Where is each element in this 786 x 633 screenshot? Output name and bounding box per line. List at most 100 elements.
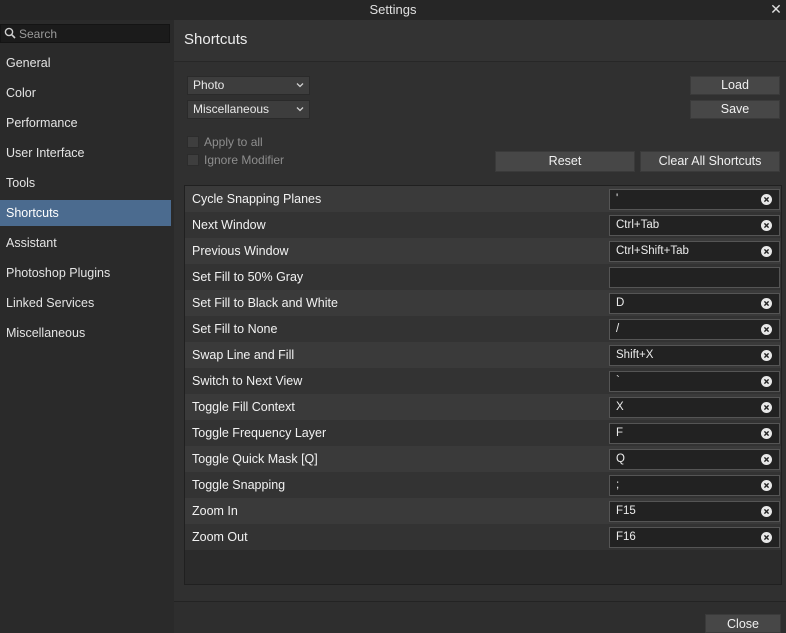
shortcut-key-field[interactable]: / — [609, 319, 780, 340]
sidebar-item-color[interactable]: Color — [0, 80, 171, 106]
persona-select-value: Photo — [193, 78, 225, 92]
sidebar-item-photoshop-plugins[interactable]: Photoshop Plugins — [0, 260, 171, 286]
shortcut-key-value: D — [616, 297, 625, 309]
clear-shortcut-icon[interactable] — [761, 454, 772, 465]
category-select-value: Miscellaneous — [193, 102, 270, 116]
sidebar-item-general[interactable]: General — [0, 50, 171, 76]
reset-button[interactable]: Reset — [495, 151, 635, 172]
shortcut-key-value: ' — [616, 193, 619, 205]
shortcut-key-value: / — [616, 323, 620, 335]
shortcut-key-field[interactable]: Ctrl+Shift+Tab — [609, 241, 780, 262]
clear-shortcut-icon[interactable] — [761, 506, 772, 517]
shortcut-action-label: Toggle Fill Context — [192, 400, 295, 414]
shortcut-key-field[interactable]: Shift+X — [609, 345, 780, 366]
shortcut-row: Previous Window Ctrl+Shift+Tab — [185, 238, 781, 264]
shortcut-row: Toggle Fill Context X — [185, 394, 781, 420]
sidebar-item-miscellaneous[interactable]: Miscellaneous — [0, 320, 171, 346]
clear-shortcut-icon[interactable] — [761, 402, 772, 413]
save-button[interactable]: Save — [690, 100, 780, 119]
shortcut-key-value: Ctrl+Shift+Tab — [616, 245, 689, 257]
sidebar: General Color Performance User Interface Too… — [0, 20, 174, 633]
shortcut-key-value: F — [616, 427, 624, 439]
apply-to-all-checkbox[interactable] — [187, 136, 199, 148]
shortcut-table: Cycle Snapping Planes ' Next Window Ctrl+Ta… — [184, 185, 782, 585]
shortcut-key-value: Q — [616, 453, 625, 465]
clear-shortcut-icon[interactable] — [761, 194, 772, 205]
clear-shortcut-icon[interactable] — [761, 480, 772, 491]
shortcut-key-field[interactable]: Q — [609, 449, 780, 470]
sidebar-item-linked-services[interactable]: Linked Services — [0, 290, 171, 316]
shortcut-key-field[interactable]: ; — [609, 475, 780, 496]
page-title: Shortcuts — [184, 31, 248, 48]
shortcut-key-value: ` — [616, 375, 620, 387]
search-box[interactable] — [0, 24, 170, 43]
shortcut-action-label: Previous Window — [192, 244, 289, 258]
shortcut-row: Switch to Next View ` — [185, 368, 781, 394]
shortcut-key-value: Shift+X — [616, 349, 654, 361]
search-input[interactable] — [19, 26, 167, 42]
shortcut-action-label: Cycle Snapping Planes — [192, 192, 322, 206]
window-close-icon[interactable]: ✕ — [768, 0, 784, 18]
category-select[interactable]: Miscellaneous — [187, 100, 310, 119]
clear-shortcut-icon[interactable] — [761, 376, 772, 387]
shortcut-key-field[interactable]: X — [609, 397, 780, 418]
sidebar-item-assistant[interactable]: Assistant — [0, 230, 171, 256]
shortcut-key-value: Ctrl+Tab — [616, 219, 660, 231]
clear-shortcut-icon[interactable] — [761, 532, 772, 543]
window-title: Settings — [369, 2, 417, 17]
shortcut-key-field[interactable] — [609, 267, 780, 288]
chevron-down-icon — [296, 83, 304, 88]
clear-all-shortcuts-button[interactable]: Clear All Shortcuts — [640, 151, 780, 172]
shortcut-row: Set Fill to None / — [185, 316, 781, 342]
shortcut-key-field[interactable]: D — [609, 293, 780, 314]
shortcut-row: Toggle Quick Mask [Q] Q — [185, 446, 781, 472]
search-icon — [4, 27, 16, 39]
clear-shortcut-icon[interactable] — [761, 350, 772, 361]
shortcuts-panel: Shortcuts Photo Miscellaneous Load Save … — [174, 20, 786, 602]
shortcut-action-label: Switch to Next View — [192, 374, 303, 388]
shortcut-action-label: Swap Line and Fill — [192, 348, 295, 362]
shortcut-action-label: Set Fill to None — [192, 322, 278, 336]
shortcut-key-value: F15 — [616, 505, 636, 517]
shortcut-row: Toggle Snapping; — [185, 472, 781, 498]
shortcut-key-field[interactable]: F — [609, 423, 780, 444]
shortcut-row: Zoom Out F16 — [185, 524, 781, 550]
panel-header: Shortcuts — [174, 20, 786, 62]
ignore-modifier-label: Ignore Modifier — [204, 153, 285, 167]
persona-select[interactable]: Photo — [187, 76, 310, 95]
shortcut-action-label: Zoom Out — [192, 530, 248, 544]
chevron-down-icon — [296, 107, 304, 112]
shortcut-action-label: Toggle Snapping — [192, 478, 286, 492]
sidebar-item-performance[interactable]: Performance — [0, 110, 171, 136]
shortcut-key-field[interactable]: ' — [609, 189, 780, 210]
ignore-modifier-checkbox[interactable] — [187, 154, 199, 166]
apply-to-all-label: Apply to all — [204, 135, 263, 149]
shortcut-key-value: X — [616, 401, 624, 413]
shortcut-action-label: Next Window — [192, 218, 266, 232]
title-bar: Settings ✕ — [0, 0, 786, 20]
sidebar-item-user-interface[interactable]: User Interface — [0, 140, 171, 166]
shortcut-row: Next Window Ctrl+Tab — [185, 212, 781, 238]
clear-shortcut-icon[interactable] — [761, 220, 772, 231]
shortcut-key-value: ; — [616, 479, 620, 491]
sidebar-item-tools[interactable]: Tools — [0, 170, 171, 196]
shortcut-key-field[interactable]: F15 — [609, 501, 780, 522]
shortcut-row: Set Fill to 50% Gray — [185, 264, 781, 290]
clear-shortcut-icon[interactable] — [761, 324, 772, 335]
shortcut-key-value: F16 — [616, 531, 636, 543]
shortcut-action-label: Set Fill to Black and White — [192, 296, 338, 310]
shortcut-action-label: Zoom In — [192, 504, 238, 518]
load-button[interactable]: Load — [690, 76, 780, 95]
close-button[interactable]: Close — [705, 614, 781, 633]
shortcut-action-label: Toggle Frequency Layer — [192, 426, 327, 440]
clear-shortcut-icon[interactable] — [761, 428, 772, 439]
shortcut-key-field[interactable]: F16 — [609, 527, 780, 548]
shortcut-row: Cycle Snapping Planes ' — [185, 186, 781, 212]
clear-shortcut-icon[interactable] — [761, 298, 772, 309]
sidebar-item-shortcuts[interactable]: Shortcuts — [0, 200, 171, 226]
shortcut-action-label: Toggle Quick Mask [Q] — [192, 452, 318, 466]
shortcut-key-field[interactable]: ` — [609, 371, 780, 392]
shortcut-row: Zoom In F15 — [185, 498, 781, 524]
clear-shortcut-icon[interactable] — [761, 246, 772, 257]
shortcut-key-field[interactable]: Ctrl+Tab — [609, 215, 780, 236]
